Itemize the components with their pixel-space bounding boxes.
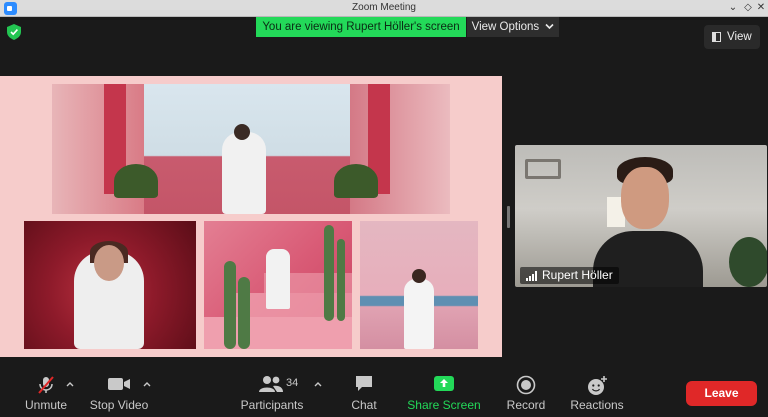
reactions-icon	[588, 376, 607, 395]
participants-count: 34	[286, 377, 299, 389]
record-button[interactable]: Record	[503, 370, 549, 417]
stop-video-label: Stop Video	[89, 398, 149, 412]
reactions-button[interactable]: Reactions	[566, 370, 628, 417]
view-options-button[interactable]: View Options	[467, 17, 559, 37]
shared-photo-balcony	[52, 84, 450, 214]
unmute-button[interactable]: Unmute	[18, 370, 74, 417]
participants-button[interactable]: 34 Participants	[236, 370, 308, 417]
view-button-label: View	[727, 31, 752, 43]
panel-resize-handle[interactable]	[507, 206, 510, 228]
signal-bars-icon	[526, 271, 537, 281]
view-layout-icon	[712, 32, 721, 42]
participant-name-label: Rupert Höller	[520, 267, 619, 284]
share-screen-label: Share Screen	[407, 398, 481, 412]
shared-photo-red-smoke	[24, 221, 196, 349]
participant-video-tile[interactable]: Rupert Höller	[515, 145, 767, 287]
video-camera-icon	[108, 378, 130, 390]
video-options-chevron-icon[interactable]	[142, 379, 152, 389]
participants-label: Participants	[240, 398, 304, 412]
title-bar: Zoom Meeting ⌄ ◇ ✕	[0, 0, 768, 17]
participant-name: Rupert Höller	[542, 268, 613, 282]
record-icon	[516, 375, 536, 395]
restore-button[interactable]: ◇	[741, 1, 755, 15]
shared-photo-pink-stairs	[204, 221, 352, 349]
reactions-label: Reactions	[570, 398, 624, 412]
leave-button[interactable]: Leave	[686, 381, 757, 406]
record-label: Record	[506, 398, 546, 412]
meeting-toolbar: Unmute Stop Video 34 Participants Chat S…	[0, 370, 768, 417]
chevron-down-icon	[545, 23, 554, 30]
view-options-label: View Options	[471, 21, 540, 33]
minimize-button[interactable]: ⌄	[726, 1, 740, 15]
window-title: Zoom Meeting	[352, 2, 416, 13]
shield-icon[interactable]	[7, 24, 21, 40]
chat-label: Chat	[351, 398, 377, 412]
shared-photo-sea-wall	[360, 221, 478, 349]
participants-options-chevron-icon[interactable]	[313, 379, 323, 389]
chat-button[interactable]: Chat	[344, 370, 384, 417]
shared-screen	[0, 76, 502, 357]
share-screen-button[interactable]: Share Screen	[404, 370, 484, 417]
stop-video-button[interactable]: Stop Video	[86, 370, 152, 417]
viewing-screen-banner: You are viewing Rupert Höller's screen	[256, 17, 466, 37]
unmute-label: Unmute	[24, 398, 68, 412]
audio-options-chevron-icon[interactable]	[65, 379, 75, 389]
share-screen-icon	[434, 376, 454, 391]
chat-icon	[356, 376, 372, 391]
view-button[interactable]: View	[704, 25, 760, 49]
participants-icon	[259, 376, 283, 392]
zoom-window: Zoom Meeting ⌄ ◇ ✕ You are viewing Ruper…	[0, 0, 768, 417]
muted-mic-icon	[38, 376, 54, 394]
close-button[interactable]: ✕	[754, 1, 768, 15]
